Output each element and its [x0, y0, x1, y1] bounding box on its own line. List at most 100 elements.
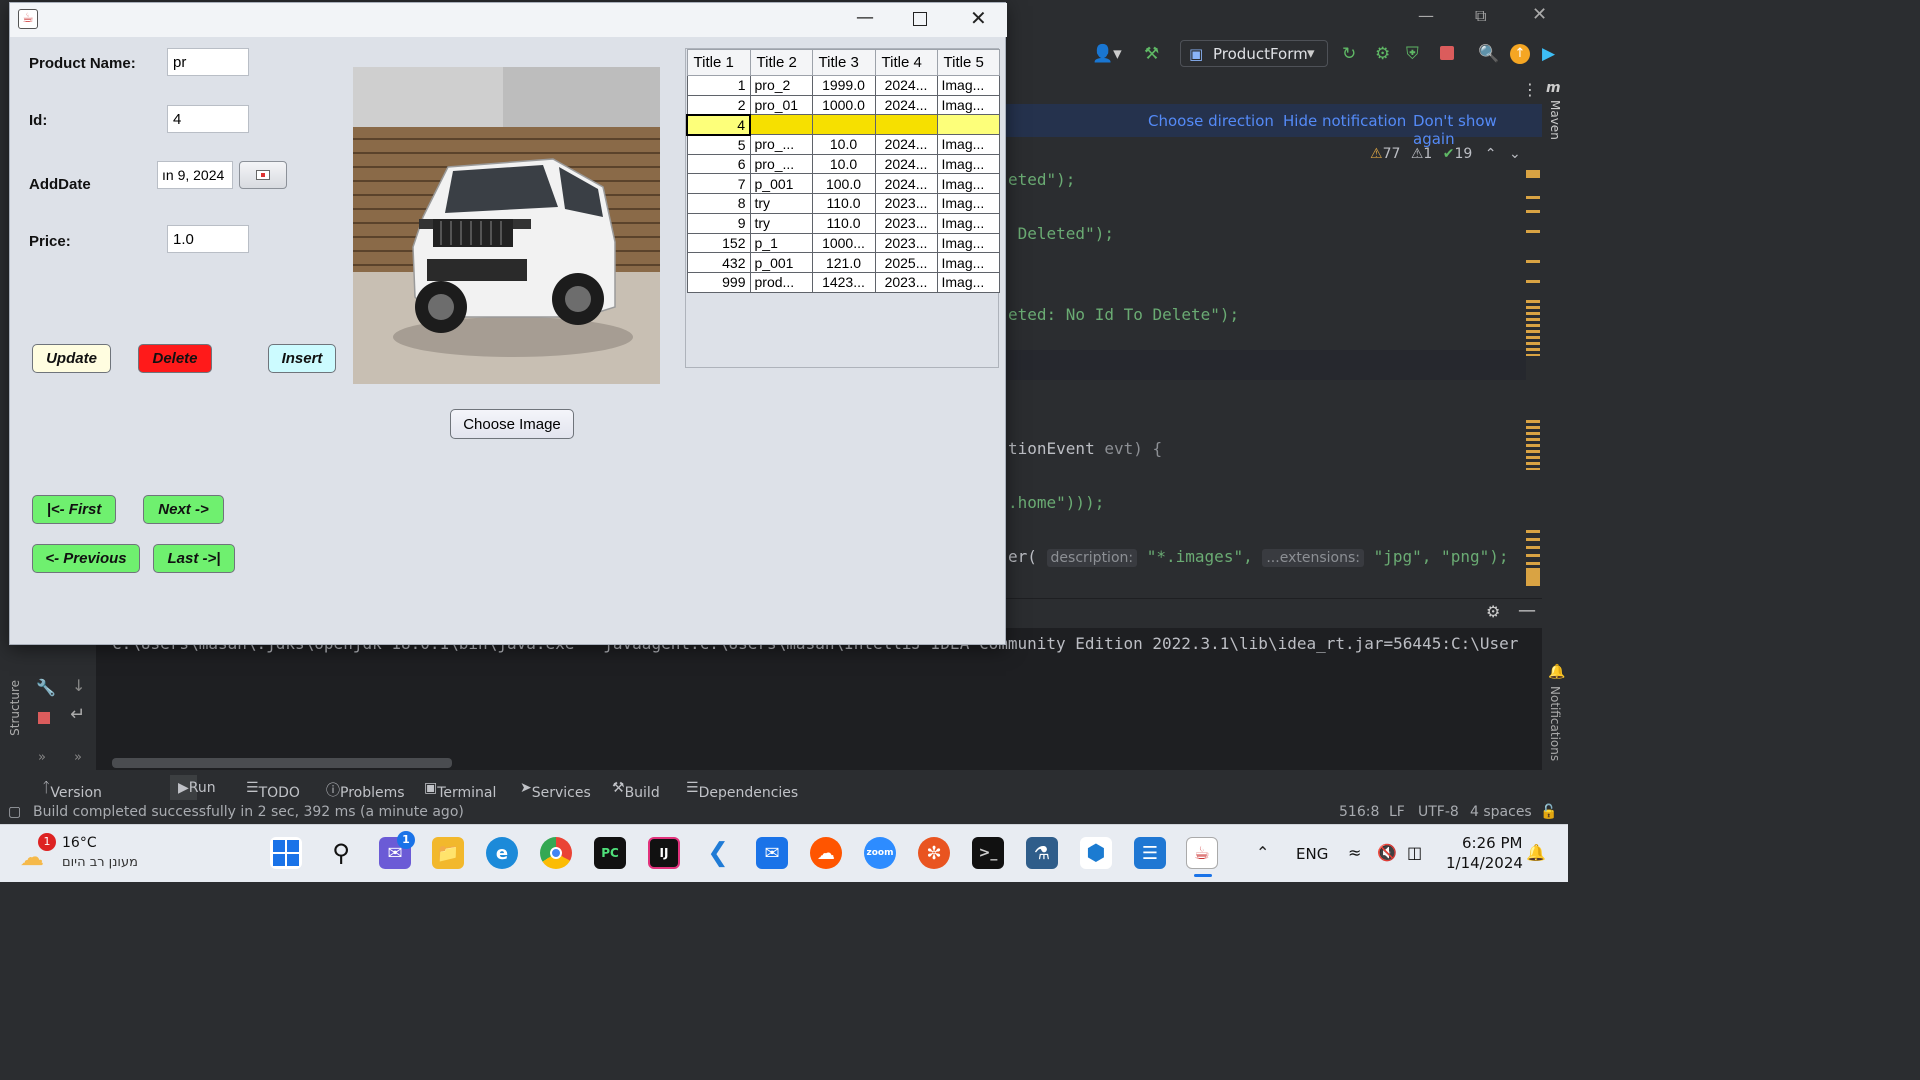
- table-cell[interactable]: [811, 114, 876, 136]
- table-cell[interactable]: 110.0: [811, 212, 876, 234]
- choose-direction-link[interactable]: Choose direction: [1148, 112, 1274, 130]
- table-cell[interactable]: 2024...: [874, 173, 938, 195]
- ide-restore-button[interactable]: ⧉: [1475, 6, 1486, 26]
- table-cell[interactable]: [749, 114, 813, 136]
- zoom-icon[interactable]: zoom: [864, 837, 896, 869]
- soundcloud-icon[interactable]: ☁: [810, 837, 842, 869]
- table-cell[interactable]: 2024...: [874, 134, 938, 155]
- build-hammer-icon[interactable]: ⚒: [1144, 44, 1159, 64]
- table-cell[interactable]: 1000.0: [811, 94, 876, 116]
- search-icon[interactable]: 🔍: [1478, 44, 1499, 64]
- table-cell[interactable]: 5: [686, 134, 751, 155]
- table-cell[interactable]: 2023...: [874, 193, 938, 214]
- tab-version-control[interactable]: ᛏ Version Control: [42, 780, 102, 817]
- user-icon[interactable]: 👤▾: [1092, 44, 1122, 64]
- console-scrollbar[interactable]: [112, 758, 452, 768]
- status-message[interactable]: Build completed successfully in 2 sec, 3…: [33, 804, 464, 820]
- table-cell[interactable]: 1: [686, 75, 751, 96]
- terminal-icon[interactable]: >_: [972, 837, 1004, 869]
- intellij-icon[interactable]: IJ: [648, 837, 680, 869]
- table-cell[interactable]: Imag...: [936, 212, 1000, 234]
- update-button[interactable]: Update: [32, 344, 111, 373]
- table-cell[interactable]: try: [749, 193, 813, 214]
- hide-panel-icon[interactable]: —: [1518, 600, 1536, 621]
- notepad-icon[interactable]: ☰: [1134, 837, 1166, 869]
- notification-bell-icon[interactable]: 🔔: [1526, 843, 1546, 862]
- rerun-icon[interactable]: ↻: [1342, 44, 1356, 64]
- chat-icon[interactable]: ✉ 1: [379, 831, 415, 869]
- table-cell[interactable]: 2: [686, 94, 751, 116]
- table-cell[interactable]: 2024...: [874, 75, 938, 96]
- table-row[interactable]: 4: [686, 113, 1000, 136]
- update-icon[interactable]: ↑: [1510, 44, 1530, 64]
- next-button[interactable]: Next ->: [143, 495, 224, 524]
- date-picker-button[interactable]: [239, 161, 287, 189]
- table-cell[interactable]: Imag...: [936, 252, 1000, 273]
- table-cell[interactable]: pro_01: [749, 94, 813, 116]
- tab-services[interactable]: ➤ Services: [520, 780, 591, 801]
- table-cell[interactable]: 110.0: [811, 193, 876, 214]
- vscode-icon[interactable]: ❮: [702, 837, 734, 869]
- notifications-side-tab[interactable]: Notifications: [1548, 686, 1562, 761]
- window-titlebar[interactable]: ☕ — ✕: [10, 3, 1007, 37]
- lock-icon[interactable]: 🔓: [1540, 804, 1557, 820]
- table-cell[interactable]: 121.0: [811, 252, 876, 273]
- table-cell[interactable]: prod...: [749, 271, 813, 293]
- java-app-icon[interactable]: ☕: [1186, 837, 1218, 869]
- netbeans-icon[interactable]: ⬢: [1080, 837, 1112, 869]
- table-cell[interactable]: 100.0: [811, 173, 876, 195]
- table-row[interactable]: 432 p_001 121.0 2025... Imag...: [686, 252, 1000, 273]
- price-field[interactable]: 1.0: [167, 225, 249, 253]
- file-explorer-icon[interactable]: 📁: [432, 837, 464, 869]
- arrow-down-icon[interactable]: ↓: [72, 676, 85, 695]
- column-header[interactable]: Title 2: [749, 49, 813, 76]
- insert-button[interactable]: Insert: [268, 344, 336, 373]
- more-icon[interactable]: »: [38, 750, 46, 765]
- table-cell[interactable]: 2023...: [874, 271, 938, 293]
- first-button[interactable]: |<- First: [32, 495, 116, 524]
- tab-run[interactable]: ▶ Run: [170, 775, 216, 801]
- table-cell[interactable]: Imag...: [936, 134, 1000, 155]
- ubuntu-icon[interactable]: ✼: [918, 837, 950, 869]
- indent-setting[interactable]: 4 spaces: [1470, 804, 1532, 820]
- table-cell[interactable]: 7: [686, 173, 751, 195]
- debug-bug-icon[interactable]: ⚙: [1375, 44, 1390, 64]
- table-cell[interactable]: 4: [686, 113, 751, 136]
- stop-icon[interactable]: [1440, 46, 1454, 60]
- minimize-button[interactable]: —: [856, 7, 874, 28]
- column-header[interactable]: Title 1: [686, 49, 751, 76]
- start-windows-icon[interactable]: [270, 837, 302, 869]
- product-name-field[interactable]: pr: [167, 48, 249, 76]
- column-header[interactable]: Title 3: [811, 49, 876, 76]
- tab-build[interactable]: ⚒ Build: [612, 780, 660, 801]
- table-cell[interactable]: 2023...: [874, 212, 938, 234]
- weather-temp[interactable]: 16°C: [62, 835, 97, 851]
- more-icon[interactable]: »: [74, 750, 82, 765]
- table-cell[interactable]: pro_...: [749, 134, 813, 155]
- soft-wrap-icon[interactable]: ↵: [70, 704, 85, 725]
- hide-notification-link[interactable]: Hide notification: [1283, 112, 1406, 130]
- chevron-up-icon[interactable]: ⌃: [1485, 146, 1497, 162]
- search-icon[interactable]: ⚲: [325, 837, 357, 869]
- table-row[interactable]: 999 prod... 1423... 2023... Imag...: [686, 271, 1000, 293]
- table-cell[interactable]: Imag...: [936, 193, 1000, 214]
- table-row[interactable]: 9 try 110.0 2023... Imag...: [686, 212, 1000, 234]
- structure-side-tab[interactable]: Structure: [8, 680, 22, 736]
- weather-description[interactable]: מעונן רב היום: [62, 855, 138, 870]
- inspection-widget[interactable]: ⚠77 ⚠1 ✔19 ⌃ ⌄: [1370, 146, 1521, 162]
- table-cell[interactable]: p_001: [749, 252, 813, 273]
- table-cell[interactable]: 2024...: [874, 153, 938, 175]
- table-cell[interactable]: p_001: [749, 173, 813, 195]
- maximize-button[interactable]: [913, 12, 927, 26]
- caret-position[interactable]: 516:8: [1339, 804, 1379, 820]
- table-cell[interactable]: 1999.0: [811, 75, 876, 96]
- more-options-icon[interactable]: ⋮: [1522, 80, 1538, 99]
- wrench-icon[interactable]: 🔧: [36, 678, 56, 697]
- notifications-bell-icon[interactable]: 🔔: [1548, 664, 1565, 680]
- run-console[interactable]: C:\Users\masan\.jdks\openjdk-18.0.1\bin\…: [96, 628, 1542, 770]
- id-field[interactable]: 4: [167, 105, 249, 133]
- weather-widget[interactable]: ☁ 1: [20, 833, 56, 871]
- products-table[interactable]: Title 1 Title 2 Title 3 Title 4 Title 5 …: [685, 48, 1000, 368]
- table-cell[interactable]: 152: [686, 232, 751, 254]
- show-hidden-icons-button[interactable]: ⌃: [1256, 843, 1269, 862]
